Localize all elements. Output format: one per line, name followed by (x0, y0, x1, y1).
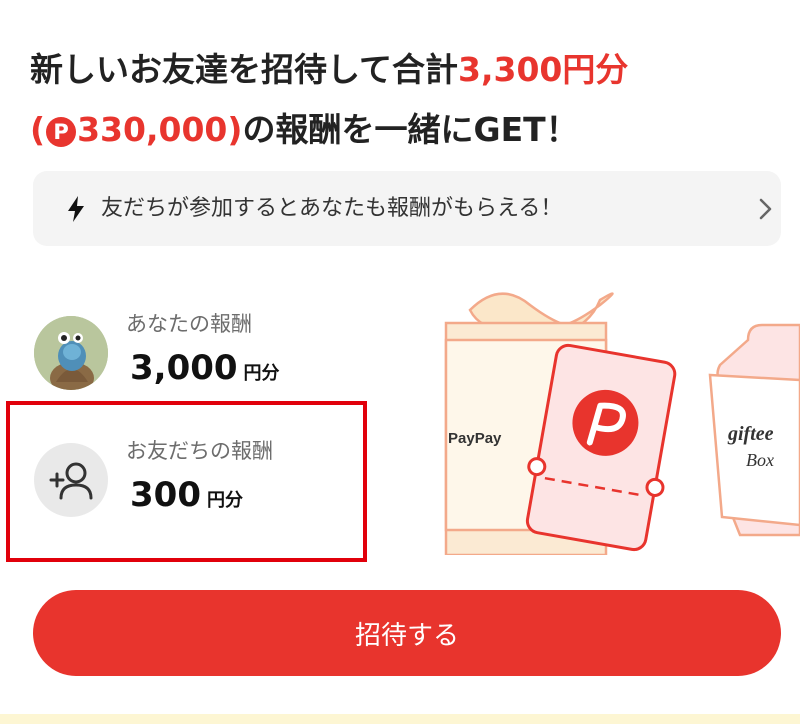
points-p-icon: P (46, 117, 77, 147)
headline-points: 330,000) (77, 110, 243, 149)
lightning-icon (68, 196, 84, 222)
chevron-right-icon (759, 198, 772, 220)
paypay-text: PayPay (448, 430, 502, 447)
user-avatar (34, 316, 108, 390)
user-avatar-image (34, 316, 108, 390)
your-reward-amount: 3,000 円分 (130, 348, 280, 388)
friend-reward-highlight-box (6, 401, 367, 562)
giftee-box-text: Box (746, 450, 774, 470)
giftee-text: giftee (727, 423, 774, 445)
invite-button[interactable]: 招待する (33, 590, 781, 676)
your-reward-label: あなたの報酬 (126, 312, 252, 336)
headline-total-amount: 3,300円分 (458, 50, 629, 89)
referral-notice-banner[interactable]: 友だちが参加するとあなたも報酬がもらえる！ (33, 171, 781, 246)
notice-text: 友だちが参加するとあなたも報酬がもらえる！ (101, 196, 563, 221)
headline: 新しいお友達を招待して合計3,300円分 (P 330,000)の報酬を一緒にGE… (30, 40, 780, 160)
headline-line-1: 新しいお友達を招待して合計3,300円分 (30, 50, 629, 89)
gift-cards-illustration: PayPay giftee Box (444, 292, 800, 555)
headline-line-2: (P 330,000)の報酬を一緒にGET！ (30, 110, 579, 149)
invite-card: 新しいお友達を招待して合計3,300円分 (P 330,000)の報酬を一緒にGE… (0, 0, 800, 714)
